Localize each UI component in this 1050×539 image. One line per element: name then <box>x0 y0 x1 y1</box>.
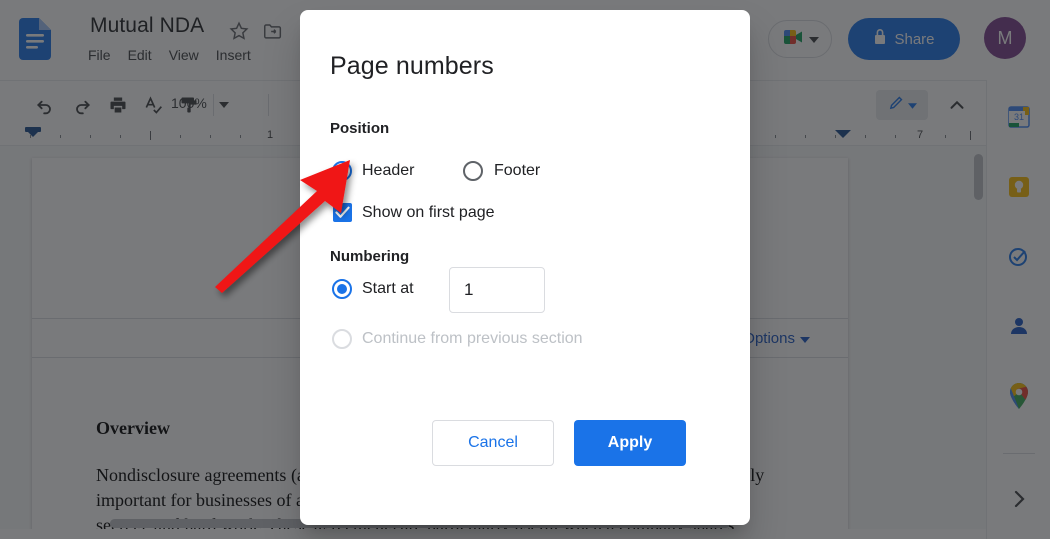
start-at-input[interactable]: 1 <box>449 267 545 313</box>
continue-previous-radio-label: Continue from previous section <box>362 330 583 348</box>
page-numbers-dialog: Page numbers Position Header Footer Show… <box>300 10 750 525</box>
show-on-first-page-label[interactable]: Show on first page <box>362 204 495 222</box>
apply-button[interactable]: Apply <box>574 420 686 466</box>
show-on-first-page-checkbox[interactable] <box>333 203 352 222</box>
start-at-radio-label[interactable]: Start at <box>362 280 414 298</box>
dialog-title: Page numbers <box>330 52 494 81</box>
header-radio-label[interactable]: Header <box>362 162 414 180</box>
screenshot-root: Mutual NDA File Edit View Insert <box>0 0 1050 539</box>
footer-radio-button[interactable] <box>463 161 483 181</box>
position-section-label: Position <box>330 120 389 137</box>
start-at-value: 1 <box>464 280 473 300</box>
cancel-button[interactable]: Cancel <box>432 420 554 466</box>
start-at-radio-button[interactable] <box>332 279 352 299</box>
footer-radio-label[interactable]: Footer <box>494 162 540 180</box>
numbering-section-label: Numbering <box>330 248 409 265</box>
header-radio-button[interactable] <box>332 161 352 181</box>
continue-previous-radio-button <box>332 329 352 349</box>
